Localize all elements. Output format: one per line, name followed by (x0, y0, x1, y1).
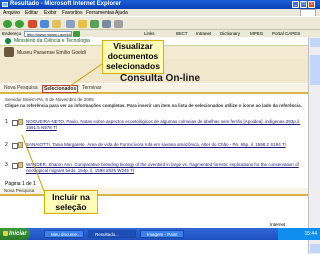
tab-selected[interactable]: Selecionados (42, 85, 79, 93)
history-icon[interactable] (90, 20, 99, 28)
tab-finish[interactable]: Terminar (82, 85, 101, 91)
link-intranet[interactable]: Intranet (196, 31, 211, 36)
ministry-name: Ministério da Ciência e Tecnologia (14, 38, 90, 44)
back-icon[interactable] (3, 20, 12, 28)
search-icon[interactable] (66, 20, 75, 28)
favorites-icon[interactable] (78, 20, 87, 28)
document-icon[interactable] (18, 162, 23, 168)
menu-bar: Arquivo Editar Exibir Favoritos Ferramen… (0, 9, 320, 17)
record-link[interactable]: WANDER, Sharon Ann. Comparative breeding… (26, 162, 301, 174)
bottom-new-search-link[interactable]: Nova Pesquisa (4, 188, 34, 193)
toolbar (0, 16, 320, 30)
status-zone: Internet (270, 222, 286, 227)
windows-flag-icon (3, 231, 8, 236)
nav-tabs: Nova Pesquisa Selecionados Terminar (0, 84, 308, 94)
document-icon[interactable] (18, 142, 23, 148)
record-link[interactable]: SANAIOTTI, Tania Margarete. Área de vida… (26, 142, 301, 148)
refresh-icon[interactable] (40, 20, 49, 28)
page-count: Página 1 de 1 (5, 181, 36, 187)
record-number: 3 (5, 162, 8, 168)
stop-icon[interactable] (28, 20, 37, 28)
record-row: 1 NOGUEIRA-NETO, Paulo. Notas sobre aspe… (5, 119, 303, 132)
minimize-button[interactable]: _ (292, 1, 299, 8)
scroll-thumb[interactable] (310, 55, 320, 85)
record-row: 3 WANDER, Sharon Ann. Comparative breedi… (5, 162, 303, 175)
ministry-crest-icon (5, 38, 11, 44)
document-icon[interactable] (18, 119, 23, 125)
museum-logo-icon (4, 47, 14, 57)
record-number: 2 (5, 142, 8, 148)
task-my-documents[interactable]: Meu docume... (44, 230, 84, 238)
window-title: Resultado - Microsoft Internet Explorer (10, 1, 122, 7)
museum-name: Museu Paraense Emílio Goeldi (17, 50, 86, 56)
session-info: Servidor Belém-PA, 8 de Novembro de 2005 (5, 97, 94, 102)
clock: 15:44 (278, 228, 320, 240)
callout-include-selection: Incluir na seleção (44, 190, 98, 214)
mail-icon[interactable] (102, 20, 111, 28)
callout-view-selected: Visualizar documentos selecionados (102, 40, 164, 74)
home-icon[interactable] (52, 20, 61, 28)
record-row: 2 SANAIOTTI, Tania Margarete. Área de vi… (5, 142, 303, 155)
forward-icon[interactable] (15, 20, 24, 28)
maximize-button[interactable]: □ (300, 1, 307, 8)
print-icon[interactable] (114, 20, 123, 28)
link-dictionary[interactable]: Dictionary (220, 31, 240, 36)
address-label: Endereço (2, 31, 22, 36)
title-bar: Resultado - Microsoft Internet Explorer … (0, 0, 320, 9)
record-link[interactable]: NOGUEIRA-NETO, Paulo. Notas sobre aspect… (26, 119, 301, 131)
scroll-down-icon[interactable] (310, 244, 320, 253)
consulta-title: Consulta On-line (120, 73, 200, 84)
task-resultado[interactable]: Resultado... (88, 230, 136, 238)
scroll-up-icon[interactable] (310, 38, 320, 47)
ie-logo-icon (2, 2, 8, 7)
links-label: Links (144, 31, 155, 36)
vertical-scrollbar[interactable] (308, 37, 320, 254)
record-number: 1 (5, 119, 8, 125)
close-button[interactable]: x (308, 1, 315, 8)
link-ibict[interactable]: IBICT (176, 31, 188, 36)
instruction-text: Clique na referência para ver as informa… (5, 103, 302, 108)
link-portal-capes[interactable]: Portal CAPES (272, 31, 300, 36)
task-paint[interactable]: Imagem - Paint (140, 230, 184, 238)
link-mpeg[interactable]: MPEG (250, 31, 263, 36)
tab-new-search[interactable]: Nova Pesquisa (4, 85, 38, 91)
